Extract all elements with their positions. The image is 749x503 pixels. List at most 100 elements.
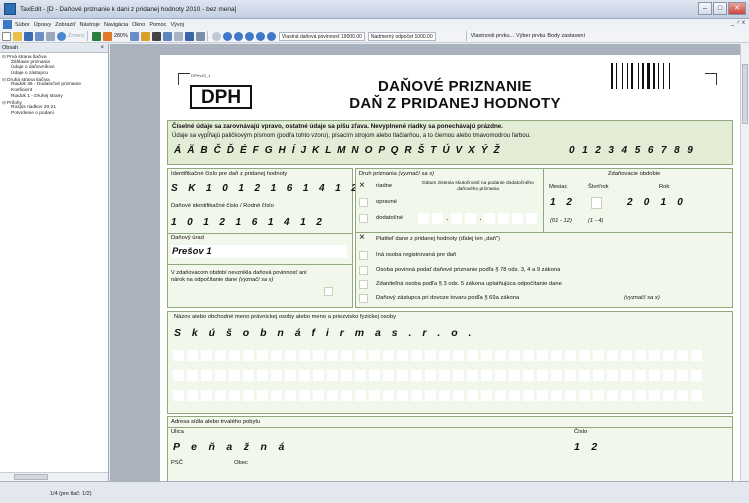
preview-icon[interactable] (46, 31, 55, 41)
page-indicator: 1/4 (pre tlač: 1/2) (50, 491, 92, 497)
quarter-field[interactable] (591, 197, 602, 209)
menu-navigation[interactable]: Navigácia (104, 22, 128, 28)
menu-tools[interactable]: Nástroje (80, 22, 100, 28)
own-tax-field[interactable]: Vlastná daňová povinnosť 19000.00 (278, 31, 365, 41)
instructions-text: Údaje sa vypĺňajú paličkovým písmom (pod… (172, 132, 531, 139)
barcode (611, 63, 681, 89)
number-value[interactable]: 1 2 (574, 441, 602, 453)
ic-dph-value[interactable]: S K 1 0 1 2 1 6 1 4 1 2 (171, 183, 361, 194)
corrective-checkbox[interactable] (359, 198, 368, 207)
nav-last-icon[interactable] (244, 31, 254, 41)
menu-file[interactable]: Súbor (15, 22, 30, 28)
month-value[interactable]: 1 2 (550, 197, 576, 208)
save-icon[interactable] (24, 31, 33, 41)
name-row-3[interactable] (173, 370, 702, 381)
export-icon[interactable] (184, 31, 194, 41)
dic-label: Daňové identifikačné číslo / Rodné číslo (171, 203, 274, 209)
menu-bar: Súbor Úpravy Zobraziť Nástroje Navigácia… (0, 19, 749, 30)
dic-value[interactable]: 1 0 1 2 1 6 1 4 1 2 (171, 217, 326, 228)
calculator-icon[interactable] (151, 31, 161, 41)
menu-edit[interactable]: Úpravy (34, 22, 51, 28)
nav-next-icon[interactable] (233, 31, 243, 41)
number-label: Číslo (574, 429, 588, 435)
name-value[interactable]: S k ú š o b n á f i r m a s . r . o . (174, 327, 475, 339)
sidebar-close-icon[interactable]: × (100, 44, 104, 53)
status-bar: 1/4 (pre tlač: 1/2) (0, 481, 749, 503)
nav-up-icon[interactable] (255, 31, 265, 41)
app-icon (4, 3, 16, 15)
maximize-button[interactable]: □ (713, 2, 727, 15)
quarter-range: (1 - 4) (588, 218, 604, 224)
green-square-icon[interactable] (91, 31, 101, 41)
menu-window[interactable]: Okno (132, 22, 145, 28)
document-scrollbar[interactable] (740, 44, 749, 481)
month-range: (01 - 12) (550, 218, 572, 224)
tax-representative-checkbox[interactable] (359, 294, 368, 303)
street-value[interactable]: P e ň a ž n á (173, 441, 289, 453)
vat-payer-label: Platiteľ dane z pridanej hodnoty (ďalej … (376, 236, 500, 242)
undo-icon[interactable] (57, 31, 66, 41)
form-page: DPHv10_1 DPH DAŇOVÉ PRIZNANIE DAŇ Z PRID… (160, 55, 740, 481)
close-button[interactable]: ✕ (728, 2, 746, 15)
tree-item[interactable]: Potvrdenie o podaní (2, 111, 106, 117)
tax-office-value[interactable]: Prešov 1 (172, 246, 212, 257)
form-title-line1: DAŇOVÉ PRIZNANIE (378, 78, 532, 95)
zoom-level[interactable]: 280% (114, 33, 128, 39)
menu-view[interactable]: Zobraziť (55, 22, 75, 28)
form-code: DPHv10_1 (191, 73, 211, 78)
sidebar-title: Obsah (2, 45, 19, 51)
taxable-person-checkbox[interactable] (359, 280, 368, 289)
select-element-button[interactable]: Výber prvku (516, 33, 545, 39)
address-section: Adresa sídla alebo trvalého pobytu Ulica… (167, 416, 733, 481)
discovery-date-label: Dátum zistenia skutočností na podanie do… (422, 181, 534, 192)
name-row-2[interactable] (173, 350, 702, 361)
vat-payer-x-mark[interactable]: × (359, 232, 365, 243)
zip-label: PSČ (171, 460, 183, 466)
zoom-icon[interactable] (102, 31, 112, 41)
other-person-checkbox[interactable] (359, 251, 368, 260)
ic-dph-label: Identifikačné číslo pre daň z pridanej h… (171, 171, 288, 177)
excess-deduction-field[interactable]: Nadmerný odpočet 1000.00 (367, 31, 436, 41)
menu-dev[interactable]: Vývoj (170, 22, 183, 28)
taxable-person-label: Zdaniteľná osoba podľa § 3 ods. 5 zákona… (376, 281, 562, 287)
open-icon[interactable] (13, 31, 22, 41)
regular-label: riadne (376, 183, 393, 189)
form-title: DAŇOVÉ PRIZNANIE DAŇ Z PRIDANEJ HODNOTY (310, 78, 600, 112)
year-label: Rok (659, 184, 670, 190)
no-liability-checkbox[interactable] (324, 287, 333, 296)
highlight-icon[interactable] (140, 31, 150, 41)
obliged-person-checkbox[interactable] (359, 266, 368, 275)
declaration-type-hint: (vyznačí sa x) (398, 171, 435, 177)
search-icon[interactable] (195, 31, 205, 41)
declaration-section: Druh priznania (vyznačí sa x) × riadne o… (355, 168, 733, 308)
pan-icon[interactable] (129, 31, 139, 41)
menu-help[interactable]: Pomoc (149, 22, 166, 28)
obliged-person-label: Osoba povinná podať daňové priznanie pod… (376, 267, 561, 273)
document-area: DPHv10_1 DPH DAŇOVÉ PRIZNANIE DAŇ Z PRID… (110, 44, 740, 481)
print-icon[interactable] (35, 31, 44, 41)
quarter-label: Štvrťrok (588, 184, 609, 190)
window-title: TaxEdit - [D - Daňové priznanie k dani z… (20, 5, 237, 13)
nav-down-icon[interactable] (266, 31, 276, 41)
dph-box: DPH (190, 85, 252, 109)
changes-button[interactable]: Zmeny (68, 33, 85, 39)
regular-x-mark[interactable]: × (359, 180, 365, 191)
year-value[interactable]: 2 0 1 0 (627, 197, 687, 208)
new-icon[interactable] (2, 31, 11, 41)
minimize-button[interactable]: – (698, 2, 712, 15)
toolbar: Zmeny 280% Vlastná daňová povinnosť 1900… (0, 30, 749, 43)
copy-icon[interactable] (173, 31, 183, 41)
properties-button[interactable]: Vlastnosti prvku... (471, 33, 514, 39)
no-liability-label: V zdaňovacom období nevznikla daňová pov… (171, 270, 321, 284)
alphabet-sample: Á Ä B Č Ď É F G H Í J K L M N O P Q R Š … (174, 145, 502, 156)
month-label: Mesiac (549, 184, 568, 190)
breakpoints-button[interactable]: Body zastavení (547, 33, 585, 39)
name-row-4[interactable] (173, 390, 702, 401)
mdi-controls[interactable]: _ ♂ x (731, 20, 745, 26)
sidebar-scrollbar[interactable] (0, 472, 108, 481)
discovery-date-cells[interactable]: .. (418, 213, 538, 224)
table-icon[interactable] (162, 31, 172, 41)
nav-first-icon[interactable] (211, 31, 221, 41)
additional-checkbox[interactable] (359, 214, 368, 223)
nav-prev-icon[interactable] (222, 31, 232, 41)
